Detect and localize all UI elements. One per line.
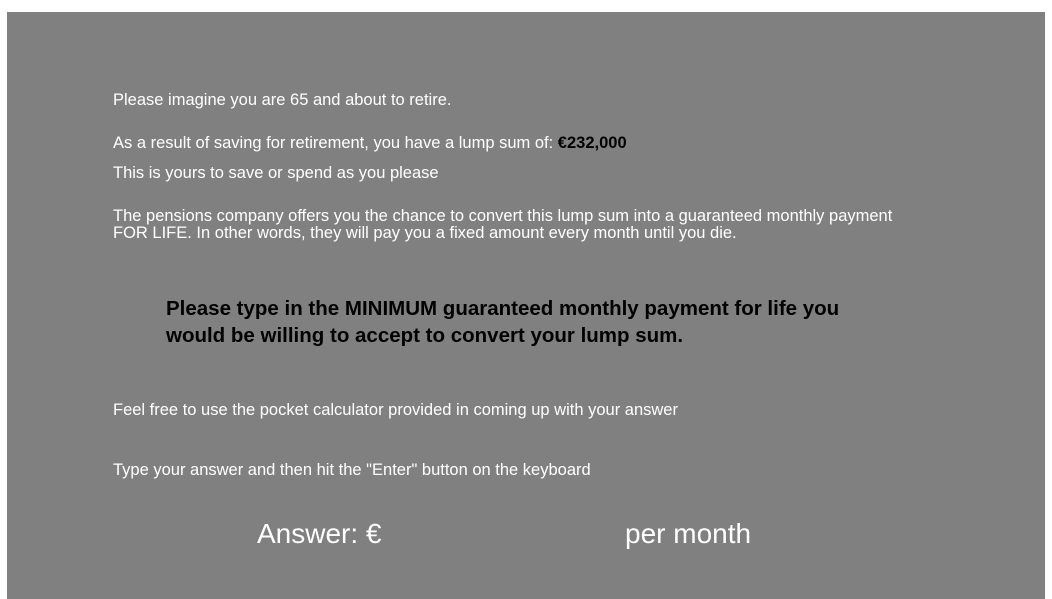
lump-sum-line: As a result of saving for retirement, yo… bbox=[113, 133, 627, 153]
yours-text: This is yours to save or spend as you pl… bbox=[113, 164, 439, 182]
survey-screen: Please imagine you are 65 and about to r… bbox=[7, 12, 1045, 599]
lump-sum-text: As a result of saving for retirement, yo… bbox=[113, 134, 554, 152]
lump-sum-amount: €232,000 bbox=[557, 134, 627, 152]
per-month-label: per month bbox=[625, 518, 752, 549]
calculator-text: Feel free to use the pocket calculator p… bbox=[113, 401, 678, 419]
enter-instruction-text: Type your answer and then hit the "Enter… bbox=[113, 461, 591, 479]
answer-input[interactable] bbox=[399, 518, 623, 550]
intro-text: Please imagine you are 65 and about to r… bbox=[113, 91, 452, 109]
answer-label: Answer: € bbox=[257, 518, 382, 549]
offer-text: The pensions company offers you the chan… bbox=[113, 207, 893, 242]
instruction-text: Please type in the MINIMUM guaranteed mo… bbox=[166, 297, 840, 347]
